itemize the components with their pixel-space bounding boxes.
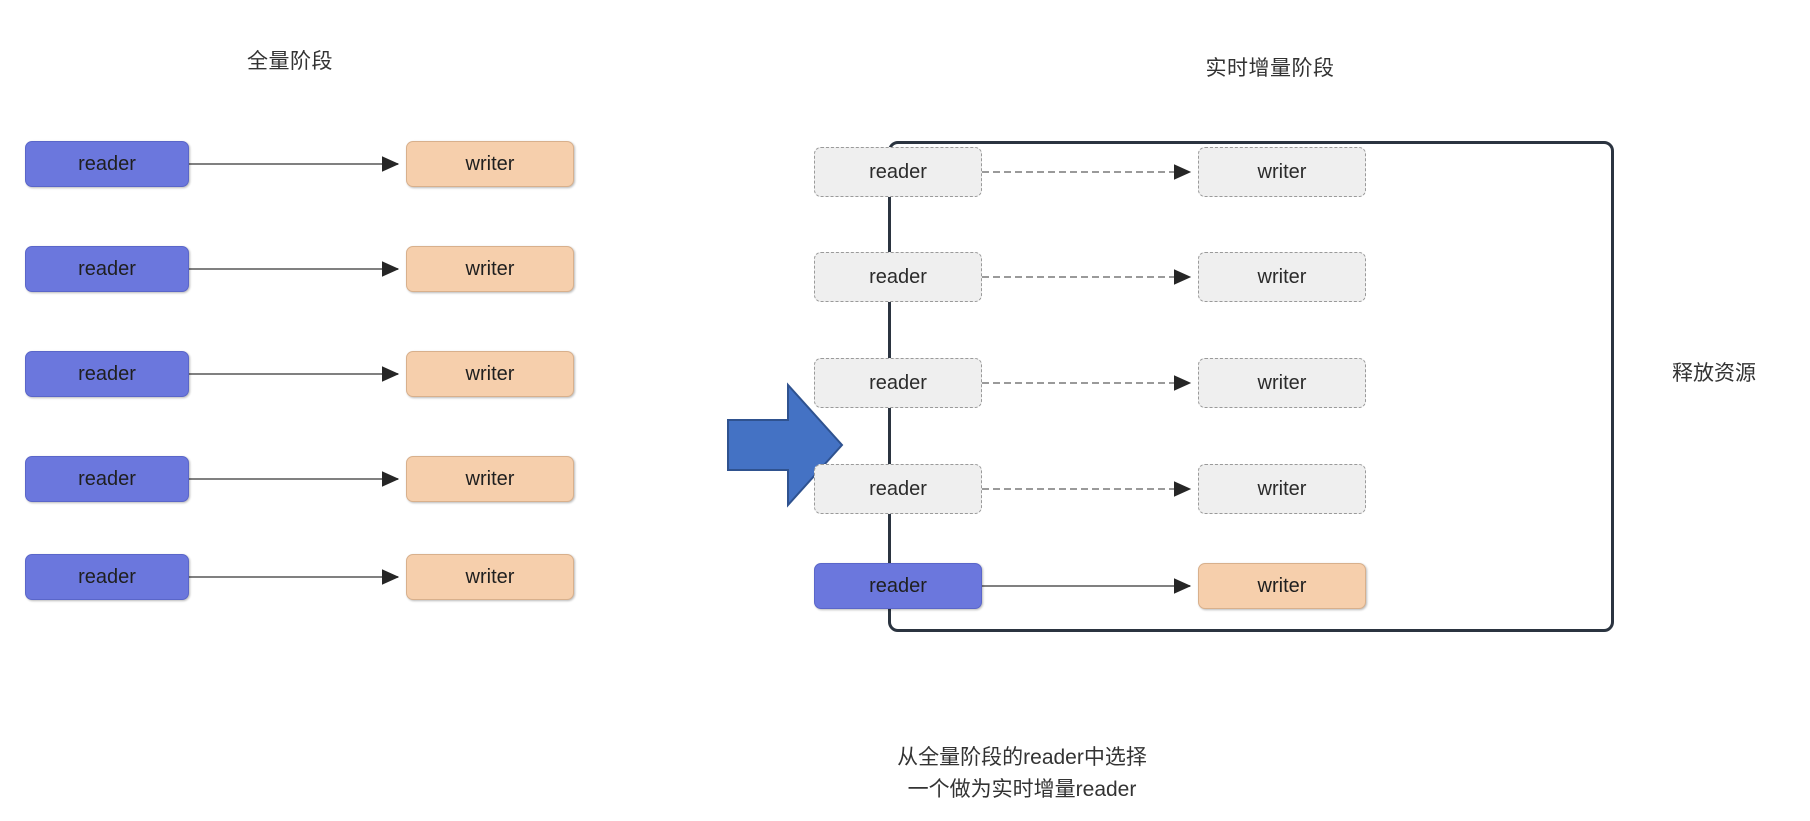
node-label: writer (465, 152, 515, 175)
node-label: writer (1257, 371, 1307, 394)
full-writer-5[interactable]: writer (406, 554, 574, 600)
full-reader-2[interactable]: reader (25, 246, 189, 292)
diagram-canvas: 全量阶段 实时增量阶段 释放资源 reader writer reader wr… (0, 0, 1810, 821)
node-label: reader (78, 257, 136, 280)
node-label: writer (1257, 477, 1307, 500)
caption-line-1: 从全量阶段的reader中选择 (897, 746, 1147, 769)
node-label: writer (465, 257, 515, 280)
full-writer-1[interactable]: writer (406, 141, 574, 187)
full-writer-3[interactable]: writer (406, 351, 574, 397)
node-label: reader (869, 265, 927, 288)
full-writer-4[interactable]: writer (406, 456, 574, 502)
full-reader-5[interactable]: reader (25, 554, 189, 600)
incremental-released-writer-4[interactable]: writer (1198, 464, 1366, 514)
full-stage-title: 全量阶段 (247, 50, 333, 73)
incremental-released-writer-2[interactable]: writer (1198, 252, 1366, 302)
node-label: reader (869, 477, 927, 500)
node-label: reader (869, 160, 927, 183)
full-reader-3[interactable]: reader (25, 351, 189, 397)
full-reader-4[interactable]: reader (25, 456, 189, 502)
caption-line-2: 一个做为实时增量reader (907, 778, 1137, 801)
node-label: reader (78, 467, 136, 490)
incremental-released-reader-3[interactable]: reader (814, 358, 982, 408)
incremental-released-reader-1[interactable]: reader (814, 147, 982, 197)
node-label: writer (1257, 265, 1307, 288)
incremental-released-reader-4[interactable]: reader (814, 464, 982, 514)
incremental-released-writer-3[interactable]: writer (1198, 358, 1366, 408)
release-resources-note: 释放资源 (1672, 362, 1756, 385)
node-label: writer (1257, 160, 1307, 183)
node-label: reader (869, 574, 927, 597)
node-label: reader (869, 371, 927, 394)
full-writer-2[interactable]: writer (406, 246, 574, 292)
full-reader-1[interactable]: reader (25, 141, 189, 187)
node-label: reader (78, 152, 136, 175)
incremental-released-writer-1[interactable]: writer (1198, 147, 1366, 197)
node-label: writer (1257, 574, 1307, 597)
incremental-active-reader[interactable]: reader (814, 563, 982, 609)
node-label: reader (78, 362, 136, 385)
incremental-active-writer[interactable]: writer (1198, 563, 1366, 609)
incremental-caption: 从全量阶段的reader中选择 一个做为实时增量reader (897, 742, 1147, 806)
node-label: reader (78, 565, 136, 588)
node-label: writer (465, 362, 515, 385)
incremental-stage-title: 实时增量阶段 (1205, 57, 1335, 80)
incremental-released-reader-2[interactable]: reader (814, 252, 982, 302)
node-label: writer (465, 565, 515, 588)
node-label: writer (465, 467, 515, 490)
full-stage-edges (188, 156, 400, 585)
